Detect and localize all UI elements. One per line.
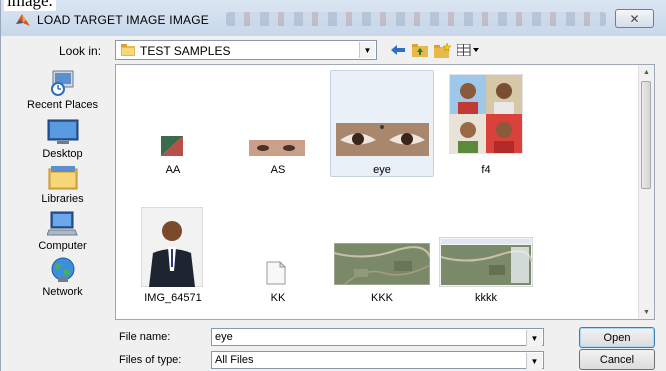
desktop-icon <box>47 118 79 146</box>
file-item[interactable]: f4 <box>434 70 538 180</box>
file-name: eye <box>373 164 391 176</box>
chevron-down-icon[interactable]: ▼ <box>359 42 375 58</box>
place-computer[interactable]: Computer <box>15 210 110 252</box>
look-in-label: Look in: <box>59 44 102 58</box>
file-name: KK <box>270 292 286 304</box>
file-item[interactable]: KK <box>226 203 330 313</box>
close-icon: ✕ <box>629 11 640 26</box>
new-folder-icon[interactable] <box>433 41 451 59</box>
place-label: Network <box>42 286 83 298</box>
file-thumbnail <box>439 237 533 287</box>
open-button-label: Open <box>603 331 631 344</box>
open-button[interactable]: Open <box>579 327 655 348</box>
place-network[interactable]: Network <box>15 256 110 298</box>
file-name: IMG_64571 <box>144 292 202 304</box>
file-thumbnail <box>249 140 305 156</box>
title-bar[interactable]: LOAD TARGET IMAGE IMAGE ✕ <box>1 0 666 36</box>
cancel-button[interactable]: Cancel <box>579 349 655 370</box>
window-title: LOAD TARGET IMAGE IMAGE <box>37 13 209 27</box>
places-bar: Recent Places Desktop Libraries Computer… <box>15 64 110 314</box>
close-button[interactable]: ✕ <box>615 9 654 28</box>
scroll-up-icon[interactable]: ▲ <box>639 65 654 79</box>
place-label: Recent Places <box>27 99 98 111</box>
file-name: KKK <box>370 292 393 304</box>
file-thumbnail <box>161 136 183 156</box>
back-arrow-icon[interactable] <box>389 41 407 59</box>
file-name: kkkk <box>475 292 497 304</box>
scroll-thumb[interactable] <box>641 81 651 189</box>
place-recent-places[interactable]: Recent Places <box>15 69 110 111</box>
file-type-value: All Files <box>215 354 254 366</box>
place-desktop[interactable]: Desktop <box>15 118 110 160</box>
file-name: AS <box>270 164 286 176</box>
look-in-dropdown[interactable]: TEST SAMPLES ▼ <box>115 40 377 60</box>
computer-icon <box>45 210 79 238</box>
place-label: Libraries <box>41 193 84 205</box>
chevron-down-icon[interactable]: ▼ <box>526 353 542 369</box>
vertical-scrollbar[interactable]: ▲ ▼ <box>638 65 654 319</box>
scroll-down-icon[interactable]: ▼ <box>639 305 654 319</box>
file-item[interactable]: kkkk <box>434 203 538 313</box>
file-item[interactable]: AS <box>226 70 330 180</box>
file-type-select[interactable]: All Files ▼ <box>211 351 544 369</box>
blurred-background <box>226 12 606 26</box>
cropped-caption-text: image. <box>4 0 56 11</box>
place-label: Desktop <box>42 148 83 160</box>
file-name-label: File name: <box>119 331 171 343</box>
file-dialog: LOAD TARGET IMAGE IMAGE ✕ Look in: TEST … <box>0 0 666 371</box>
file-name: AA <box>165 164 181 176</box>
folder-icon <box>121 44 135 56</box>
file-thumbnail <box>266 261 286 285</box>
file-name: f4 <box>481 164 491 176</box>
place-libraries[interactable]: Libraries <box>15 163 110 205</box>
file-item[interactable]: KKK <box>330 203 434 313</box>
file-item[interactable]: IMG_64571 <box>121 203 225 313</box>
chevron-down-icon[interactable]: ▼ <box>526 330 542 346</box>
look-in-value: TEST SAMPLES <box>140 44 231 58</box>
file-item[interactable]: eye <box>330 70 434 177</box>
file-type-label: Files of type: <box>119 354 182 366</box>
file-thumbnail <box>141 207 203 287</box>
file-list[interactable]: AA AS eye f4 IMG_64571 KK KKK kkkk ▲ ▼ <box>115 64 655 320</box>
up-folder-icon[interactable] <box>411 41 429 59</box>
file-thumbnail <box>336 123 429 156</box>
view-menu-icon[interactable] <box>456 41 482 59</box>
file-name-value: eye <box>215 331 233 343</box>
file-thumbnail <box>334 243 430 285</box>
recent-places-icon <box>47 69 79 97</box>
libraries-icon <box>47 163 79 191</box>
place-label: Computer <box>38 240 87 252</box>
file-item[interactable]: AA <box>121 70 225 180</box>
file-name-field[interactable]: eye ▼ <box>211 328 544 346</box>
matlab-icon <box>16 14 30 26</box>
network-icon <box>47 256 79 284</box>
file-thumbnail <box>449 74 523 154</box>
cancel-button-label: Cancel <box>599 353 635 366</box>
